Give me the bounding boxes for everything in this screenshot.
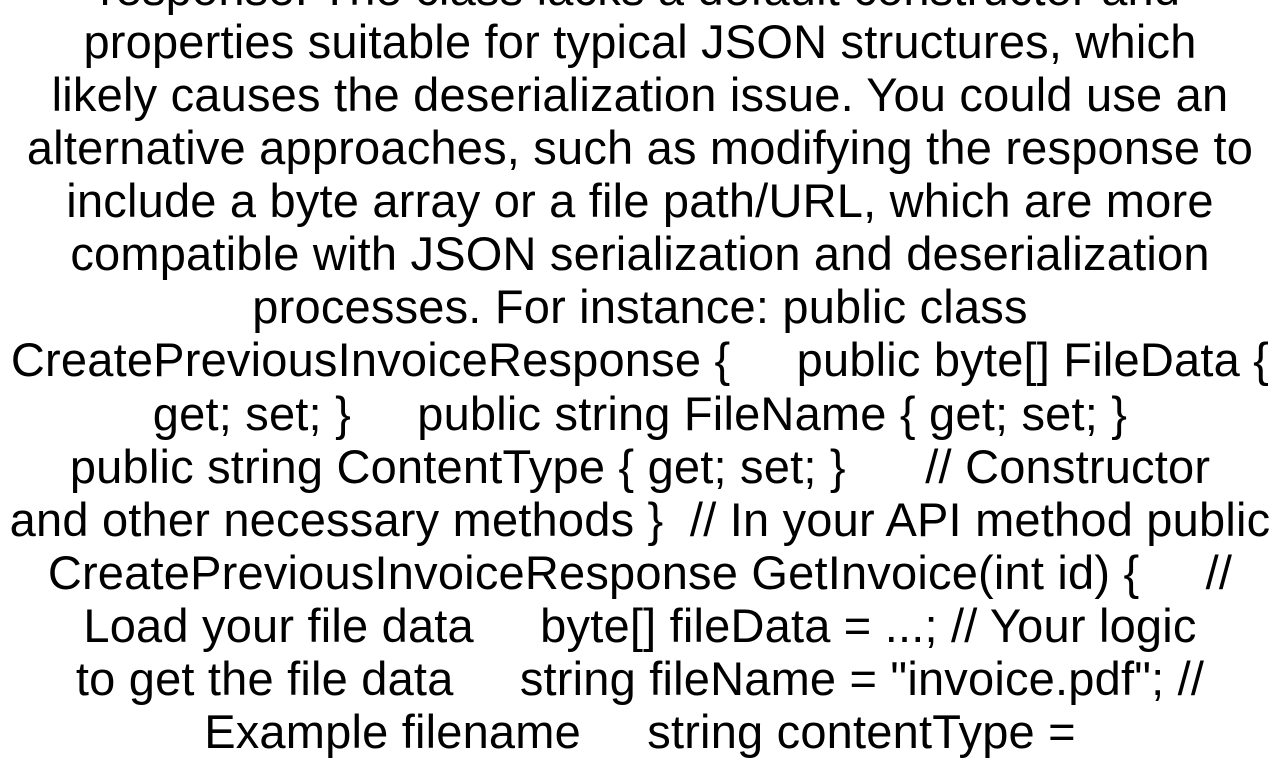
document-body-text: response. The class lacks a default cons… — [0, 0, 1280, 758]
